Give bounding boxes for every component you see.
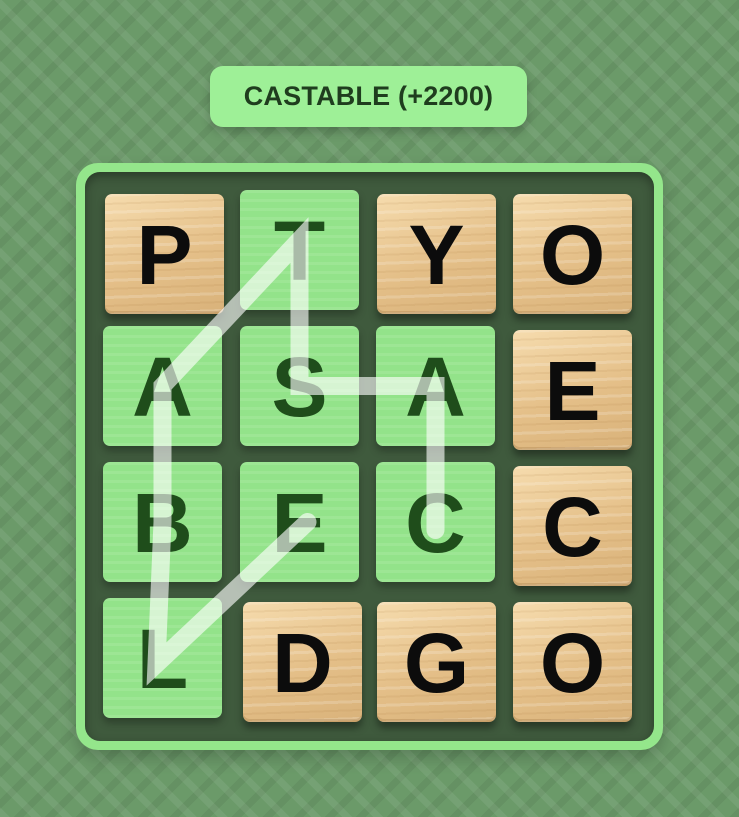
tile-r1-c4[interactable]: O [513,194,632,314]
game-board: P T Y O A S A E B E C C L D G O [76,163,663,750]
tile-r2-c4[interactable]: E [513,330,632,450]
tile-r4-c1[interactable]: L [103,598,222,718]
tile-r3-c3[interactable]: C [376,462,495,582]
tile-grid: P T Y O A S A E B E C C L D G O [85,172,654,741]
tile-r4-c4[interactable]: O [513,602,632,722]
tile-r1-c2[interactable]: T [240,190,359,310]
tile-r1-c1[interactable]: P [105,194,224,314]
tile-r3-c4[interactable]: C [513,466,632,586]
tile-r4-c2[interactable]: D [243,602,362,722]
tile-r2-c1[interactable]: A [103,326,222,446]
tile-r3-c2[interactable]: E [240,462,359,582]
word-score-banner: CASTABLE (+2200) [210,66,527,127]
tile-r4-c3[interactable]: G [377,602,496,722]
tile-r2-c2[interactable]: S [240,326,359,446]
tile-r3-c1[interactable]: B [103,462,222,582]
tile-r1-c3[interactable]: Y [377,194,496,314]
tile-r2-c3[interactable]: A [376,326,495,446]
